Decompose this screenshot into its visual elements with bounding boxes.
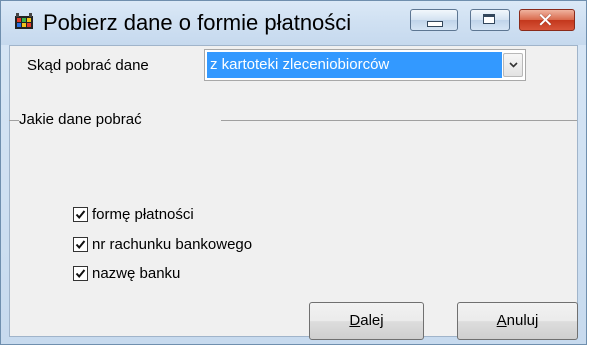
dialog-body (9, 45, 578, 337)
app-icon (15, 13, 33, 29)
check-icon (75, 240, 86, 250)
cancel-button[interactable]: Anuluj (457, 302, 578, 340)
group-divider-left (9, 120, 19, 121)
title-bar[interactable]: Pobierz dane o formie płatności ✕ (1, 1, 586, 45)
checkbox[interactable] (73, 237, 88, 252)
close-icon: ✕ (537, 8, 554, 32)
next-button-label: alej (360, 312, 384, 329)
checkbox[interactable] (73, 207, 88, 222)
check-icon (75, 210, 86, 220)
check-icon (75, 269, 86, 279)
cancel-button-accel: A (496, 312, 507, 329)
source-label: Skąd pobrać dane (27, 57, 149, 74)
checkbox-label: nr rachunku bankowego (92, 236, 253, 253)
maximize-button[interactable] (470, 9, 510, 31)
checkbox-label: nazwę banku (92, 265, 181, 282)
source-dropdown[interactable]: z kartoteki zleceniobiorców (204, 49, 526, 81)
chevron-down-icon (509, 62, 518, 68)
source-dropdown-value: z kartoteki zleceniobiorców (207, 52, 502, 78)
next-button[interactable]: Dalej (309, 302, 424, 340)
group-label: Jakie dane pobrać (19, 111, 142, 128)
maximize-icon (483, 14, 495, 24)
checkbox-label: formę płatności (92, 206, 194, 223)
next-button-accel: D (349, 312, 361, 329)
dropdown-button[interactable] (503, 53, 523, 77)
window-title: Pobierz dane o formie płatności (43, 10, 352, 35)
group-divider-right (221, 120, 577, 121)
cancel-button-label: nuluj (506, 312, 539, 329)
close-button[interactable]: ✕ (519, 8, 575, 32)
minimize-icon (427, 21, 443, 27)
minimize-button[interactable] (410, 9, 458, 31)
dialog-window: Pobierz dane o formie płatności ✕ Skąd p… (0, 0, 587, 345)
checkbox[interactable] (73, 266, 88, 281)
